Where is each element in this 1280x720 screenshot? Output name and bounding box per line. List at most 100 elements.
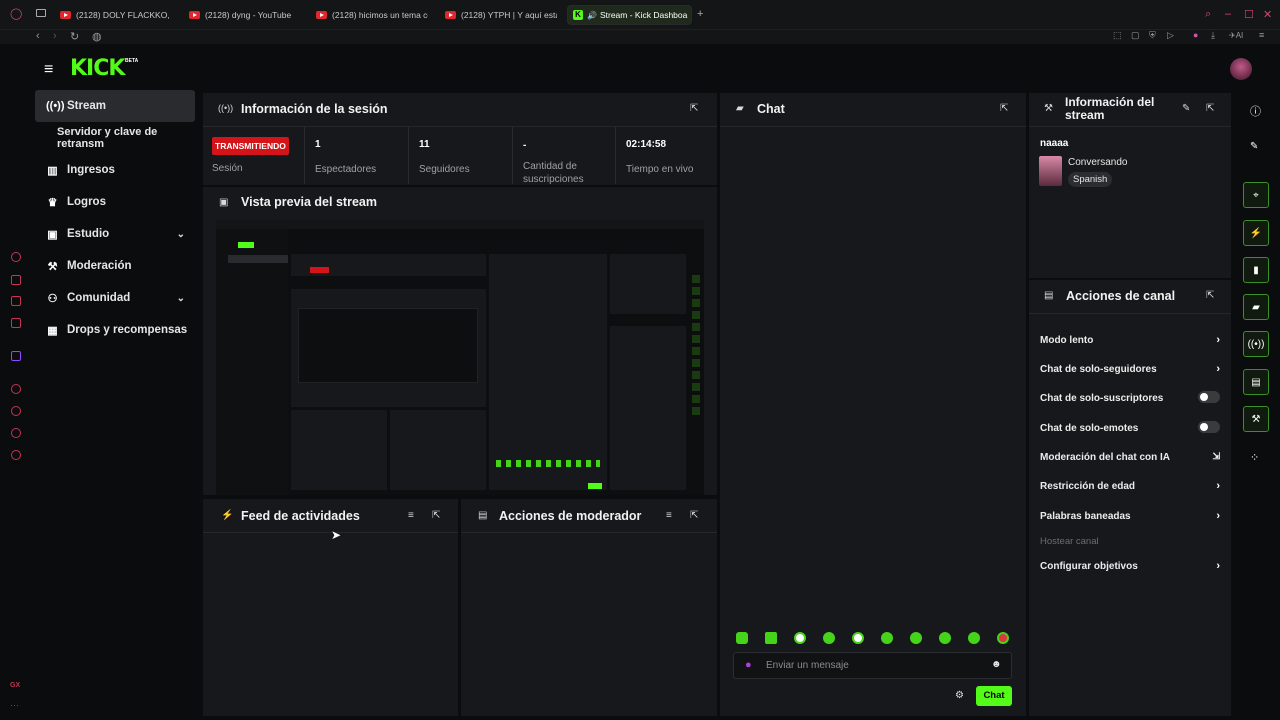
nav-item-estudio[interactable]: ▣ Estudio ⌄ [35,218,195,250]
forward-icon[interactable]: › [53,30,57,42]
expand-icon[interactable]: ⇱ [690,510,698,521]
rail-screenshot-button[interactable]: ⌖ [1243,182,1269,208]
avatar[interactable] [1230,58,1252,80]
back-icon[interactable]: ‹ [36,30,40,42]
nav-item-stream-key[interactable]: Servidor y clave de retransm [45,122,205,154]
slow-mode-row[interactable]: Modo lento › [1040,334,1220,346]
followers-only-row[interactable]: Chat de solo-seguidores › [1040,363,1220,375]
rail-activity-button[interactable]: ⚡ [1243,220,1269,246]
new-tab-icon[interactable]: + [697,8,703,20]
send-chat-button[interactable]: Chat [976,686,1012,706]
sidebar-feature-icon[interactable] [11,275,21,285]
emoji-icon[interactable]: ☻ [991,659,1002,670]
emote-icon[interactable] [794,632,806,644]
filter-icon[interactable]: ≡ [666,510,672,521]
expand-icon[interactable]: ⇱ [1206,103,1214,114]
maximize-icon[interactable]: ☐ [1244,8,1254,21]
category-thumbnail[interactable] [1039,156,1062,186]
globe-icon[interactable]: ◍ [92,30,102,43]
configure-goals-row[interactable]: Configurar objetivos › [1040,560,1220,572]
sidebar-gx-corner-icon[interactable] [11,428,21,438]
preview-chat-button [588,483,602,489]
expand-icon[interactable]: ⇱ [1206,290,1214,301]
emote-icon[interactable] [910,632,922,644]
info-icon[interactable]: ⓘ [1250,103,1261,119]
emotes-only-toggle[interactable] [1198,421,1220,433]
snapshot-icon[interactable]: ▢ [1131,30,1140,41]
rail-chat-button[interactable]: ▰ [1243,294,1269,320]
edit-pencil-icon[interactable]: ✎ [1250,141,1258,152]
download-icon[interactable]: ⤓ [1211,30,1215,41]
rail-broadcast-button[interactable]: ((•)) [1243,331,1269,357]
rail-wrench-button[interactable]: ⚒ [1243,406,1269,432]
browser-tab[interactable]: (2128) hicimos un tema co [316,5,428,25]
kick-logo[interactable]: KICK [70,56,125,81]
browser-tab[interactable]: (2128) DOLY FLACKKO, CL [60,5,172,25]
close-icon[interactable]: ✕ [1263,8,1272,21]
subscribers-only-row: Chat de solo-suscriptores [1040,391,1220,404]
rail-channel-button[interactable]: ▤ [1243,369,1269,395]
emote-icon[interactable] [823,632,835,644]
age-restriction-row[interactable]: Restricción de edad › [1040,480,1220,492]
play-icon[interactable]: ▷ [1167,30,1174,41]
nav-item-moderacion[interactable]: ⚒ Moderación [35,250,195,282]
nav-item-ingresos[interactable]: ▥ Ingresos [35,154,195,186]
shield-icon[interactable]: ⛨ [1149,30,1156,41]
opera-logo-icon[interactable]: ◯ [10,7,22,20]
nav-item-logros[interactable]: ♛ Logros [35,186,195,218]
sidebar-history-icon[interactable] [11,406,21,416]
expand-icon[interactable]: ⇱ [1000,103,1008,114]
emote-icon[interactable] [968,632,980,644]
video-icon: ▣ [47,228,58,241]
row-label: Chat de solo-seguidores [1040,364,1157,375]
nav-item-drops[interactable]: ▦ Drops y recompensas [35,314,195,346]
emote-icon[interactable] [881,632,893,644]
sidebar-instagram-icon[interactable] [11,318,21,328]
emote-icon[interactable] [736,632,748,644]
emote-icon[interactable] [765,632,777,644]
stat-label: Seguidores [419,164,470,175]
settings-gear-icon[interactable]: ⚙ [955,690,964,701]
banned-words-row[interactable]: Palabras baneadas › [1040,510,1220,522]
browser-tab-active[interactable]: K 🔊 Stream - Kick Dashboa [567,5,692,25]
stream-category[interactable]: Conversando [1068,157,1127,168]
tab-islands-icon[interactable] [36,9,46,17]
ai-moderation-row[interactable]: Moderación del chat con IA ⇲ [1040,451,1220,463]
sidebar-twitch-icon[interactable] [11,351,21,361]
profile-icon[interactable]: ● [1193,30,1198,40]
sidebar-player-icon[interactable] [11,384,21,394]
emote-icon[interactable] [852,632,864,644]
add-widget-icon[interactable]: ⁘ [1250,451,1259,464]
aria-ai-button[interactable]: ✈AI [1229,31,1243,40]
emote-icon[interactable] [997,632,1009,644]
menu-icon[interactable]: ≡ [1259,30,1264,40]
expand-icon[interactable]: ⇱ [690,103,698,114]
nav-item-label: Comunidad [67,292,131,304]
search-icon[interactable]: ⌕ [1205,8,1211,21]
expand-icon[interactable]: ⇱ [432,510,440,521]
extension-icon[interactable]: ⬚ [1113,30,1122,41]
edit-pencil-icon[interactable]: ✎ [1182,103,1190,114]
minimize-icon[interactable]: – [1225,8,1231,20]
stream-preview-video[interactable] [216,220,704,495]
sidebar-settings-icon[interactable] [11,450,21,460]
sidebar-ai-icon[interactable] [11,252,21,262]
preview-stream-info [610,254,686,314]
microphone-icon[interactable]: ● [745,659,752,671]
gx-icon[interactable]: GX [10,682,20,689]
nav-item-comunidad[interactable]: ⚇ Comunidad ⌄ [35,282,195,314]
users-icon: ⚇ [47,292,58,305]
browser-tab[interactable]: (2128) dyng - YouTube [189,5,301,25]
filter-icon[interactable]: ≡ [408,510,414,521]
subscribers-only-toggle[interactable] [1198,391,1220,403]
emote-icon[interactable] [939,632,951,644]
nav-item-stream[interactable]: ((•)) Stream [35,90,195,122]
document-icon: ▤ [478,510,488,521]
rail-document-button[interactable]: ▮ [1243,257,1269,283]
hamburger-icon[interactable]: ≡ [44,61,53,79]
browser-tab[interactable]: (2128) YTPH | Y aquí está [445,5,557,25]
stat-label: Espectadores [315,164,377,175]
sidebar-messenger-icon[interactable] [11,296,21,306]
more-icon[interactable]: ··· [10,700,19,710]
reload-icon[interactable]: ↻ [70,30,79,43]
